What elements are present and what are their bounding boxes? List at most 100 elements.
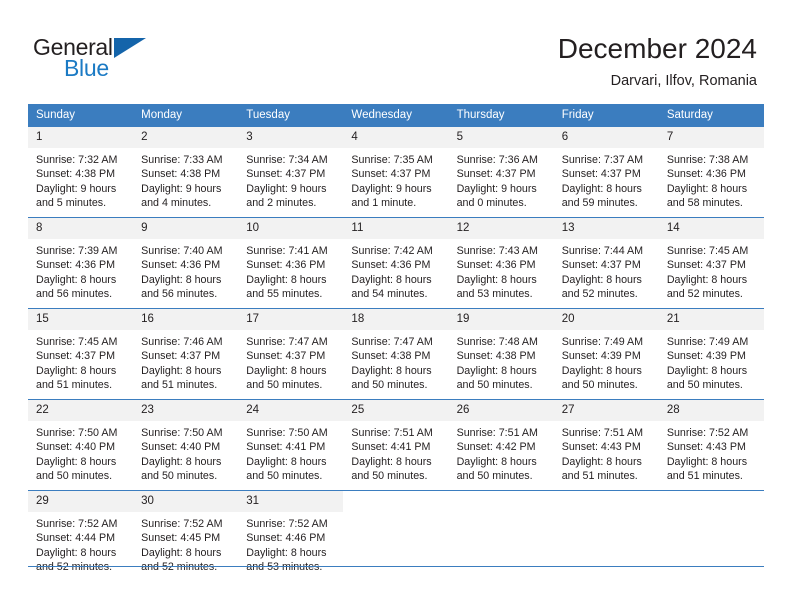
daylight-duration-line1: Daylight: 8 hours <box>141 273 222 286</box>
sunrise-time: Sunrise: 7:50 AM <box>36 427 118 439</box>
calendar-day-cell[interactable]: 19 Sunrise: 7:48 AM Sunset: 4:38 PM Dayligh… <box>448 308 554 400</box>
calendar-day-cell[interactable]: 6 Sunrise: 7:37 AM Sunset: 4:37 PM Daylight… <box>553 126 659 218</box>
daylight-duration-line1: Daylight: 8 hours <box>666 364 748 377</box>
day-number: 16 <box>133 309 239 330</box>
daylight-duration-line1: Daylight: 8 hours <box>351 273 432 286</box>
calendar-day-cell[interactable]: 8 Sunrise: 7:39 AM Sunset: 4:36 PM Daylight… <box>28 217 134 309</box>
calendar-day-cell[interactable]: 22 Sunrise: 7:50 AM Sunset: 4:40 PM Dayligh… <box>28 399 134 491</box>
calendar-week-row: 1 Sunrise: 7:32 AM Sunset: 4:38 PM Daylight… <box>28 126 764 218</box>
calendar-day-cell[interactable]: 16 Sunrise: 7:46 AM Sunset: 4:37 PM Dayligh… <box>133 308 239 400</box>
calendar-day-cell[interactable]: 10 Sunrise: 7:41 AM Sunset: 4:36 PM Dayligh… <box>238 217 344 309</box>
sunrise-time: Sunrise: 7:52 AM <box>246 518 328 530</box>
weekday-header-saturday: Saturday <box>658 104 764 127</box>
sunrise-time: Sunrise: 7:42 AM <box>351 245 433 257</box>
calendar-day-cell[interactable]: 31 Sunrise: 7:52 AM Sunset: 4:46 PM Dayligh… <box>238 490 344 581</box>
daylight-duration-line2: and 59 minutes. <box>561 196 638 209</box>
day-details: Sunrise: 7:47 AM Sunset: 4:38 PM Daylight:… <box>343 330 448 392</box>
daylight-duration-line1: Daylight: 8 hours <box>36 455 117 468</box>
calendar-day-cell[interactable]: 26 Sunrise: 7:51 AM Sunset: 4:42 PM Dayligh… <box>448 399 554 491</box>
day-number: 6 <box>553 127 659 148</box>
daylight-duration-line2: and 56 minutes. <box>141 287 218 300</box>
calendar-day-cell[interactable]: 29 Sunrise: 7:52 AM Sunset: 4:44 PM Dayligh… <box>28 490 134 581</box>
sunrise-time: Sunrise: 7:41 AM <box>246 245 328 257</box>
day-details: Sunrise: 7:50 AM Sunset: 4:40 PM Daylight:… <box>28 421 133 483</box>
calendar-day-cell[interactable]: 25 Sunrise: 7:51 AM Sunset: 4:41 PM Dayligh… <box>343 399 449 491</box>
calendar-day-cell-empty <box>343 490 449 581</box>
day-details: Sunrise: 7:33 AM Sunset: 4:38 PM Daylight:… <box>133 148 238 210</box>
sunrise-time: Sunrise: 7:45 AM <box>666 245 749 257</box>
calendar-day-cell[interactable]: 9 Sunrise: 7:40 AM Sunset: 4:36 PM Daylight… <box>133 217 239 309</box>
calendar-day-cell[interactable]: 15 Sunrise: 7:45 AM Sunset: 4:37 PM Dayligh… <box>28 308 134 400</box>
calendar-day-cell[interactable]: 4 Sunrise: 7:35 AM Sunset: 4:37 PM Daylight… <box>343 126 449 218</box>
calendar-day-cell[interactable]: 28 Sunrise: 7:52 AM Sunset: 4:43 PM Dayligh… <box>658 399 764 491</box>
daylight-duration-line1: Daylight: 8 hours <box>141 546 222 559</box>
daylight-duration-line2: and 50 minutes. <box>456 469 533 482</box>
calendar-day-cell[interactable]: 1 Sunrise: 7:32 AM Sunset: 4:38 PM Daylight… <box>28 126 134 218</box>
day-details: Sunrise: 7:52 AM Sunset: 4:45 PM Daylight:… <box>133 512 238 574</box>
sunset-time: Sunset: 4:36 PM <box>246 259 326 272</box>
calendar-day-cell[interactable]: 3 Sunrise: 7:34 AM Sunset: 4:37 PM Daylight… <box>238 126 344 218</box>
calendar-day-cell[interactable]: 7 Sunrise: 7:38 AM Sunset: 4:36 PM Daylight… <box>658 126 764 218</box>
day-number: 8 <box>28 218 134 239</box>
daylight-duration-line2: and 55 minutes. <box>246 287 323 300</box>
calendar-day-cell[interactable]: 24 Sunrise: 7:50 AM Sunset: 4:41 PM Dayligh… <box>238 399 344 491</box>
daylight-duration-line1: Daylight: 8 hours <box>141 455 222 468</box>
sunset-time: Sunset: 4:37 PM <box>561 168 641 181</box>
day-details: Sunrise: 7:41 AM Sunset: 4:36 PM Daylight:… <box>238 239 343 301</box>
daylight-duration-line1: Daylight: 8 hours <box>561 364 642 377</box>
title-block: December 2024 Darvari, Ilfov, Romania <box>558 32 757 90</box>
sunrise-time: Sunrise: 7:40 AM <box>141 245 223 257</box>
sunset-time: Sunset: 4:36 PM <box>666 168 746 181</box>
calendar-day-cell[interactable]: 23 Sunrise: 7:50 AM Sunset: 4:40 PM Dayligh… <box>133 399 239 491</box>
daylight-duration-line2: and 50 minutes. <box>141 469 218 482</box>
calendar-day-cell[interactable]: 30 Sunrise: 7:52 AM Sunset: 4:45 PM Dayligh… <box>133 490 239 581</box>
generalblue-logo[interactable]: General Blue <box>33 34 203 86</box>
calendar-day-cell[interactable]: 21 Sunrise: 7:49 AM Sunset: 4:39 PM Dayligh… <box>658 308 764 400</box>
day-details: Sunrise: 7:51 AM Sunset: 4:43 PM Daylight:… <box>554 421 659 483</box>
sunrise-time: Sunrise: 7:36 AM <box>456 154 538 166</box>
daylight-duration-line1: Daylight: 8 hours <box>36 364 117 377</box>
daylight-duration-line2: and 54 minutes. <box>351 287 428 300</box>
daylight-duration-line1: Daylight: 8 hours <box>561 273 642 286</box>
daylight-duration-line1: Daylight: 8 hours <box>246 546 327 559</box>
day-number: 25 <box>343 400 449 421</box>
calendar-day-cell-empty <box>658 490 764 581</box>
daylight-duration-line2: and 1 minute. <box>351 196 417 209</box>
calendar-day-cell[interactable]: 13 Sunrise: 7:44 AM Sunset: 4:37 PM Dayligh… <box>553 217 659 309</box>
calendar-day-cell[interactable]: 18 Sunrise: 7:47 AM Sunset: 4:38 PM Dayligh… <box>343 308 449 400</box>
daylight-duration-line2: and 50 minutes. <box>351 469 428 482</box>
location-subtitle: Darvari, Ilfov, Romania <box>610 73 757 89</box>
calendar-week-row: 22 Sunrise: 7:50 AM Sunset: 4:40 PM Dayligh… <box>28 399 764 491</box>
calendar-day-cell[interactable]: 17 Sunrise: 7:47 AM Sunset: 4:37 PM Dayligh… <box>238 308 344 400</box>
calendar-day-cell[interactable]: 14 Sunrise: 7:45 AM Sunset: 4:37 PM Dayligh… <box>658 217 764 309</box>
sunrise-time: Sunrise: 7:47 AM <box>246 336 328 348</box>
daylight-duration-line2: and 58 minutes. <box>666 196 743 209</box>
sunrise-time: Sunrise: 7:51 AM <box>351 427 433 439</box>
day-details: Sunrise: 7:49 AM Sunset: 4:39 PM Daylight:… <box>554 330 659 392</box>
page-header: General Blue December 2024 Darvari, Ilfo… <box>0 0 792 104</box>
sunset-time: Sunset: 4:41 PM <box>246 441 326 454</box>
sunrise-time: Sunrise: 7:49 AM <box>561 336 644 348</box>
calendar-week-row: 29 Sunrise: 7:52 AM Sunset: 4:44 PM Dayligh… <box>28 490 764 581</box>
day-details: Sunrise: 7:34 AM Sunset: 4:37 PM Daylight:… <box>238 148 343 210</box>
sunset-time: Sunset: 4:38 PM <box>36 168 116 181</box>
calendar-day-cell[interactable]: 11 Sunrise: 7:42 AM Sunset: 4:36 PM Dayligh… <box>343 217 449 309</box>
calendar-day-cell[interactable]: 12 Sunrise: 7:43 AM Sunset: 4:36 PM Dayligh… <box>448 217 554 309</box>
calendar-day-cell[interactable]: 27 Sunrise: 7:51 AM Sunset: 4:43 PM Dayligh… <box>553 399 659 491</box>
day-details: Sunrise: 7:32 AM Sunset: 4:38 PM Daylight:… <box>28 148 133 210</box>
day-details <box>554 512 659 517</box>
daylight-duration-line1: Daylight: 8 hours <box>561 182 642 195</box>
daylight-duration-line2: and 51 minutes. <box>666 469 743 482</box>
calendar-day-cell[interactable]: 2 Sunrise: 7:33 AM Sunset: 4:38 PM Daylight… <box>133 126 239 218</box>
daylight-duration-line2: and 50 minutes. <box>666 378 743 391</box>
day-number: 11 <box>343 218 449 239</box>
calendar-day-cell[interactable]: 20 Sunrise: 7:49 AM Sunset: 4:39 PM Dayligh… <box>553 308 659 400</box>
day-number: 20 <box>553 309 659 330</box>
day-details: Sunrise: 7:45 AM Sunset: 4:37 PM Daylight:… <box>28 330 133 392</box>
daylight-duration-line2: and 50 minutes. <box>351 378 428 391</box>
day-number: 21 <box>658 309 764 330</box>
sunset-time: Sunset: 4:39 PM <box>666 350 746 363</box>
calendar-day-cell[interactable]: 5 Sunrise: 7:36 AM Sunset: 4:37 PM Daylight… <box>448 126 554 218</box>
sunset-time: Sunset: 4:37 PM <box>456 168 536 181</box>
sunrise-time: Sunrise: 7:44 AM <box>561 245 644 257</box>
